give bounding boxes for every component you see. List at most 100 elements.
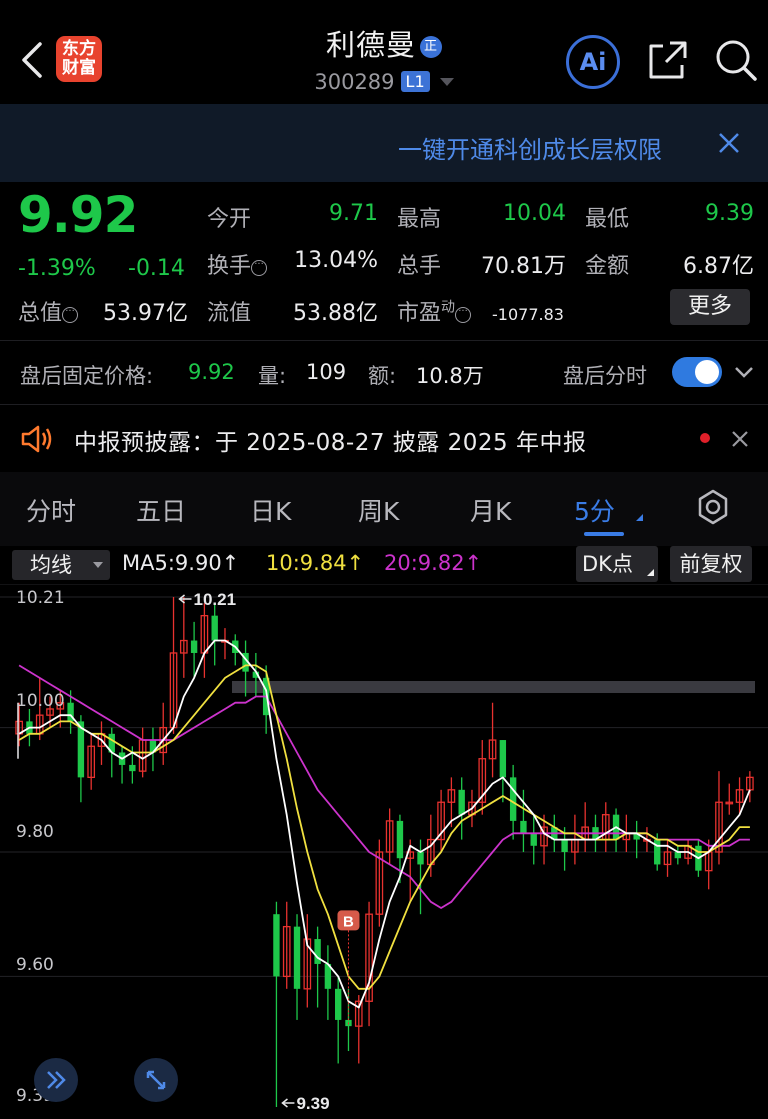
turnover-value: 13.04% (294, 248, 378, 273)
tab-day-k[interactable]: 日K (250, 492, 291, 528)
pe-label-text: 市盈 (397, 301, 442, 326)
candle-body (458, 789, 465, 815)
dk-point-button[interactable]: DK点 (576, 546, 658, 582)
tab-five-day[interactable]: 五日 (136, 492, 186, 528)
ma5-readout: MA5:9.90↑ (122, 551, 240, 575)
candle-body (530, 833, 537, 846)
tab-5min[interactable]: 5分 (574, 492, 615, 528)
volume-value: 70.81万 (481, 254, 566, 279)
low-value: 9.39 (705, 201, 754, 226)
resistance-band (232, 681, 755, 693)
candle-body (211, 615, 218, 641)
kline-chart[interactable]: 10.21 9.39 B (0, 584, 768, 1119)
chevron-down-icon (93, 562, 103, 568)
pe-value: -1077.83 (492, 305, 564, 324)
speaker-icon (20, 424, 54, 454)
banner-text[interactable]: 一键开通科创成长层权限 (398, 130, 688, 165)
unread-dot (700, 433, 710, 443)
candle-body (273, 914, 280, 977)
ma-lines (18, 639, 751, 1009)
after-hours-toggle[interactable] (672, 357, 722, 387)
open-label: 今开 (207, 207, 252, 232)
double-chevron-icon (47, 1071, 66, 1089)
info-dots-icon[interactable]: ··· (455, 307, 472, 323)
info-dots-icon[interactable]: ··· (62, 307, 79, 323)
mktcap-label: 总值 ··· (18, 295, 79, 327)
ma10-readout: 10:9.84↑ (266, 551, 365, 575)
low-annotation: 9.39 (296, 1094, 329, 1113)
buy-signal-label: B (343, 913, 354, 930)
after-hours-price: 9.92 (188, 360, 235, 384)
mktcap-value: 53.97亿 (103, 301, 188, 326)
chevron-down-icon[interactable] (733, 364, 755, 380)
candle-body (654, 839, 661, 865)
candle-body (499, 740, 507, 778)
candle-body (520, 820, 527, 834)
tab-week-k[interactable]: 周K (358, 492, 399, 528)
ai-assistant-button[interactable]: Ai (566, 35, 620, 89)
tab-month-k[interactable]: 月K (470, 492, 511, 528)
active-tab-indicator (584, 532, 624, 536)
after-hours-vol: 109 (306, 360, 347, 384)
ma5-line (18, 639, 751, 1009)
level-badge: L1 (400, 71, 430, 92)
candle-body (674, 852, 682, 859)
share-icon[interactable] (646, 38, 690, 82)
indicator-select[interactable]: 均线 (12, 550, 110, 580)
divider (0, 340, 768, 341)
zheng-badge: 正 (420, 36, 442, 58)
candle-body (509, 777, 517, 821)
float-label: 流值 (207, 301, 252, 326)
gear-icon[interactable] (694, 488, 732, 526)
stock-code: 300289 (314, 70, 395, 94)
close-icon[interactable] (730, 429, 750, 449)
after-hours-label: 盘后固定价格: (20, 364, 154, 388)
after-hours-amt-label: 额: (368, 364, 397, 388)
candle-body (314, 939, 321, 964)
ai-label: Ai (579, 48, 607, 76)
announcement-text[interactable]: 中报预披露：于 2025-08-27 披露 2025 年中报 (74, 423, 586, 457)
fullscreen-button[interactable] (134, 1058, 178, 1102)
y-tick-3: 9.80 (16, 822, 54, 842)
high-label: 最高 (397, 207, 442, 232)
candle-body (293, 926, 301, 989)
adjust-button[interactable]: 前复权 (670, 546, 752, 582)
chart-grid (0, 584, 768, 977)
candle-body (396, 820, 404, 859)
dropdown-corner-icon (647, 569, 654, 576)
mktcap-label-text: 总值 (18, 301, 63, 326)
chevron-down-icon (439, 78, 454, 86)
toggle-knob (695, 360, 719, 384)
after-hours-toggle-label: 盘后分时 (563, 364, 647, 388)
after-hours-vol-label: 量: (258, 364, 287, 388)
expand-arrows-icon (146, 1070, 166, 1090)
stock-name: 利德曼 (325, 28, 416, 62)
amount-value: 6.87亿 (683, 254, 754, 279)
amount-label: 金额 (585, 254, 630, 279)
low-label: 最低 (585, 207, 630, 232)
tab-minute[interactable]: 分时 (26, 492, 76, 528)
volume-label: 总手 (397, 254, 442, 279)
float-value: 53.88亿 (293, 301, 378, 326)
info-dots-icon[interactable]: ··· (251, 260, 268, 276)
close-icon[interactable] (716, 130, 742, 156)
y-tick-2: 10.00 (16, 691, 65, 711)
pe-sup: 动 (441, 299, 456, 316)
search-icon[interactable] (712, 36, 758, 82)
more-button[interactable]: 更多 (670, 289, 750, 325)
open-value: 9.71 (329, 201, 378, 226)
y-tick-4: 9.60 (16, 955, 54, 975)
ma20-readout: 20:9.82↑ (384, 551, 483, 575)
after-hours-amt: 10.8万 (416, 364, 484, 388)
dropdown-corner-icon (636, 514, 643, 521)
ma20-line (18, 664, 750, 909)
pe-label: 市盈动 ··· (397, 295, 472, 327)
candle-body (129, 764, 136, 772)
candle-body (190, 640, 198, 653)
candle-body (334, 988, 342, 1020)
expand-left-button[interactable] (34, 1058, 78, 1102)
candle-body (561, 839, 568, 852)
candle-body (417, 852, 424, 865)
y-tick-top: 10.21 (16, 588, 65, 608)
high-value: 10.04 (503, 201, 566, 226)
